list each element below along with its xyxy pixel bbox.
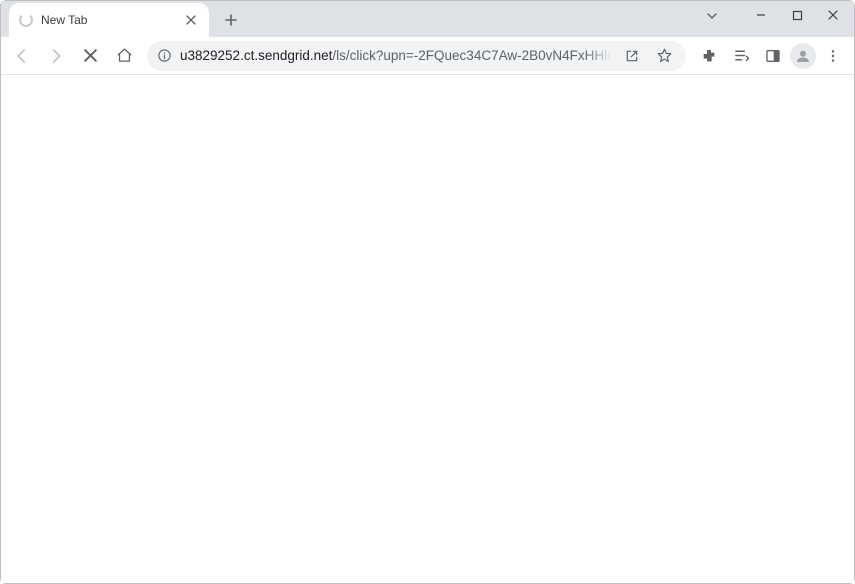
window-minimize-button[interactable] — [744, 3, 778, 27]
tab-close-button[interactable] — [183, 12, 199, 28]
page-content — [1, 75, 854, 583]
address-bar[interactable]: u3829252.ct.sendgrid.net/ls/click?upn=-2… — [147, 41, 686, 71]
site-info-icon[interactable] — [157, 48, 172, 63]
menu-button[interactable] — [818, 41, 848, 71]
window-close-button[interactable] — [816, 3, 850, 27]
home-button[interactable] — [109, 41, 139, 71]
window-maximize-button[interactable] — [780, 3, 814, 27]
tab-strip: New Tab — [1, 1, 854, 37]
new-tab-button[interactable] — [217, 6, 245, 34]
toolbar-right — [694, 41, 848, 71]
share-button[interactable] — [620, 44, 644, 68]
bookmark-button[interactable] — [652, 44, 676, 68]
extensions-button[interactable] — [694, 41, 724, 71]
url-domain: u3829252.ct.sendgrid.net — [180, 48, 332, 63]
tab-search-button[interactable] — [700, 6, 724, 26]
back-button[interactable] — [7, 41, 37, 71]
tab-title: New Tab — [41, 13, 175, 27]
side-panel-button[interactable] — [758, 41, 788, 71]
url-text: u3829252.ct.sendgrid.net/ls/click?upn=-2… — [180, 48, 612, 63]
toolbar: u3829252.ct.sendgrid.net/ls/click?upn=-2… — [1, 37, 854, 75]
window-controls — [744, 3, 850, 27]
profile-button[interactable] — [790, 43, 816, 69]
browser-tab[interactable]: New Tab — [9, 3, 209, 37]
reading-list-button[interactable] — [726, 41, 756, 71]
forward-button[interactable] — [41, 41, 71, 71]
loading-spinner-icon — [19, 13, 33, 27]
url-path: /ls/click?upn=-2FQuec34C7Aw-2B0vN4FxHHlO… — [332, 48, 612, 63]
stop-reload-button[interactable] — [75, 41, 105, 71]
